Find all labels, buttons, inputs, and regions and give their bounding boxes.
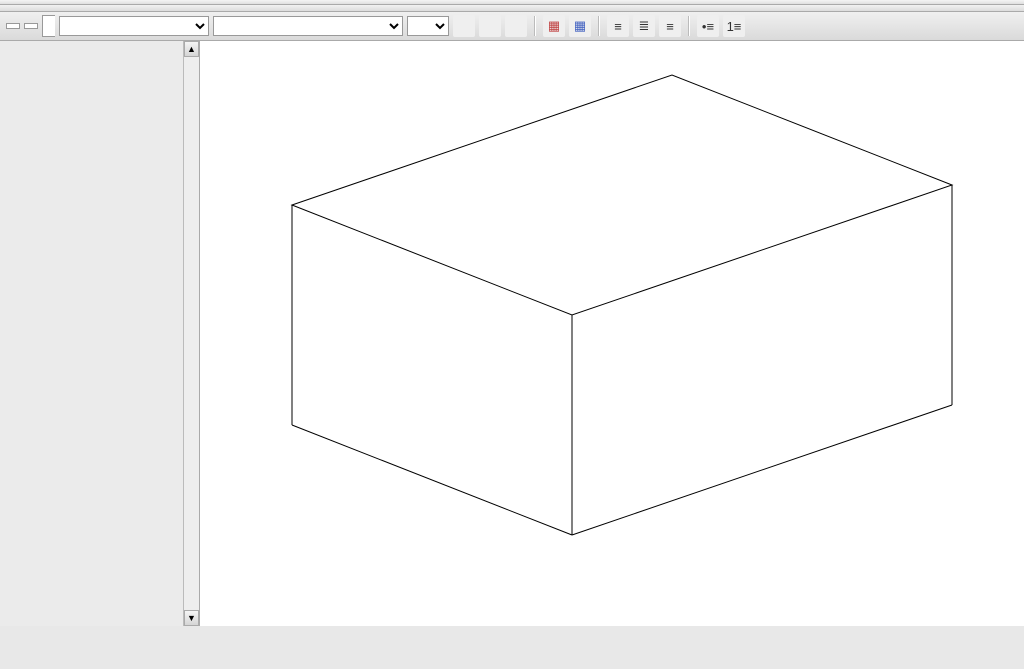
highlight1-button[interactable]: ▦ [543, 15, 565, 37]
palette-container [0, 41, 183, 626]
style-icon [42, 15, 55, 37]
format-toolbar: ▦ ▦ ≡ ≣ ≡ •≡ 1≡ [0, 12, 1024, 41]
plot-title [200, 41, 1024, 65]
separator [534, 16, 536, 36]
bold-button[interactable] [453, 15, 475, 37]
document-canvas[interactable] [200, 41, 1024, 626]
scroll-up-button[interactable]: ▲ [184, 41, 199, 57]
number-list-button[interactable]: 1≡ [723, 15, 745, 37]
plot-3d-surface[interactable] [232, 65, 992, 585]
sidebar: ▲ ▼ [0, 41, 200, 626]
separator [598, 16, 600, 36]
italic-button[interactable] [479, 15, 501, 37]
align-right-button[interactable]: ≡ [659, 15, 681, 37]
highlight2-button[interactable]: ▦ [569, 15, 591, 37]
sidebar-scrollbar[interactable]: ▲ ▼ [183, 41, 199, 626]
align-left-button[interactable]: ≡ [607, 15, 629, 37]
scroll-track[interactable] [184, 57, 199, 610]
style-select[interactable] [59, 16, 209, 36]
mode-math-button[interactable] [24, 23, 38, 29]
bullet-list-button[interactable]: •≡ [697, 15, 719, 37]
separator [688, 16, 690, 36]
font-select[interactable] [213, 16, 403, 36]
underline-button[interactable] [505, 15, 527, 37]
size-select[interactable] [407, 16, 449, 36]
scroll-down-button[interactable]: ▼ [184, 610, 199, 626]
main-toolbar [0, 5, 1024, 12]
main-area: ▲ ▼ [0, 41, 1024, 626]
mode-text-button[interactable] [6, 23, 20, 29]
surface-svg [232, 65, 992, 585]
align-center-button[interactable]: ≣ [633, 15, 655, 37]
